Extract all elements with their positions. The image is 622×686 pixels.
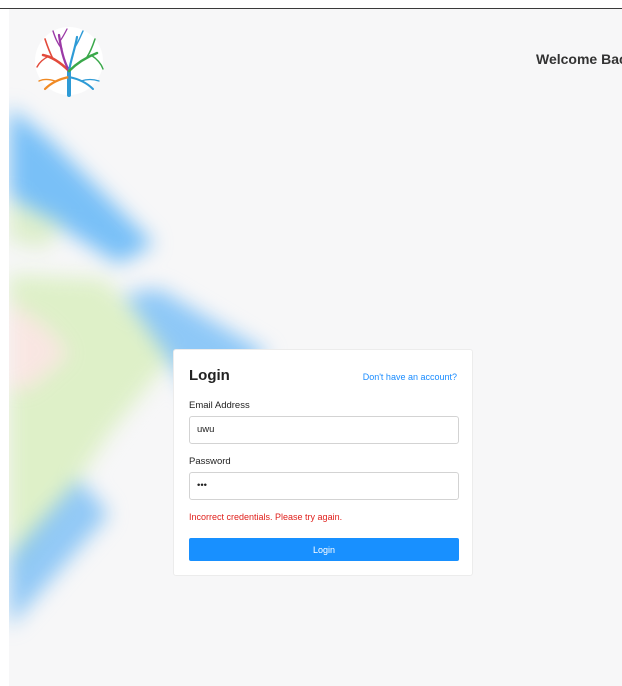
login-page: Welcome Back Login Don't have an account… [9, 9, 622, 686]
login-card: Login Don't have an account? Email Addre… [173, 349, 473, 576]
welcome-text: Welcome Back [536, 51, 622, 67]
login-button[interactable]: Login [189, 538, 459, 561]
email-field[interactable]: uwu [189, 416, 459, 444]
email-label: Email Address [189, 400, 250, 411]
tree-logo-icon [35, 27, 104, 97]
top-border [0, 0, 622, 9]
error-message: Incorrect credentials. Please try again. [189, 512, 343, 522]
password-label: Password [189, 456, 231, 467]
background-chevron-shapes [9, 107, 269, 628]
signup-link[interactable]: Don't have an account? [363, 372, 457, 382]
password-field[interactable]: ••• [189, 472, 459, 500]
login-title: Login [189, 367, 230, 384]
